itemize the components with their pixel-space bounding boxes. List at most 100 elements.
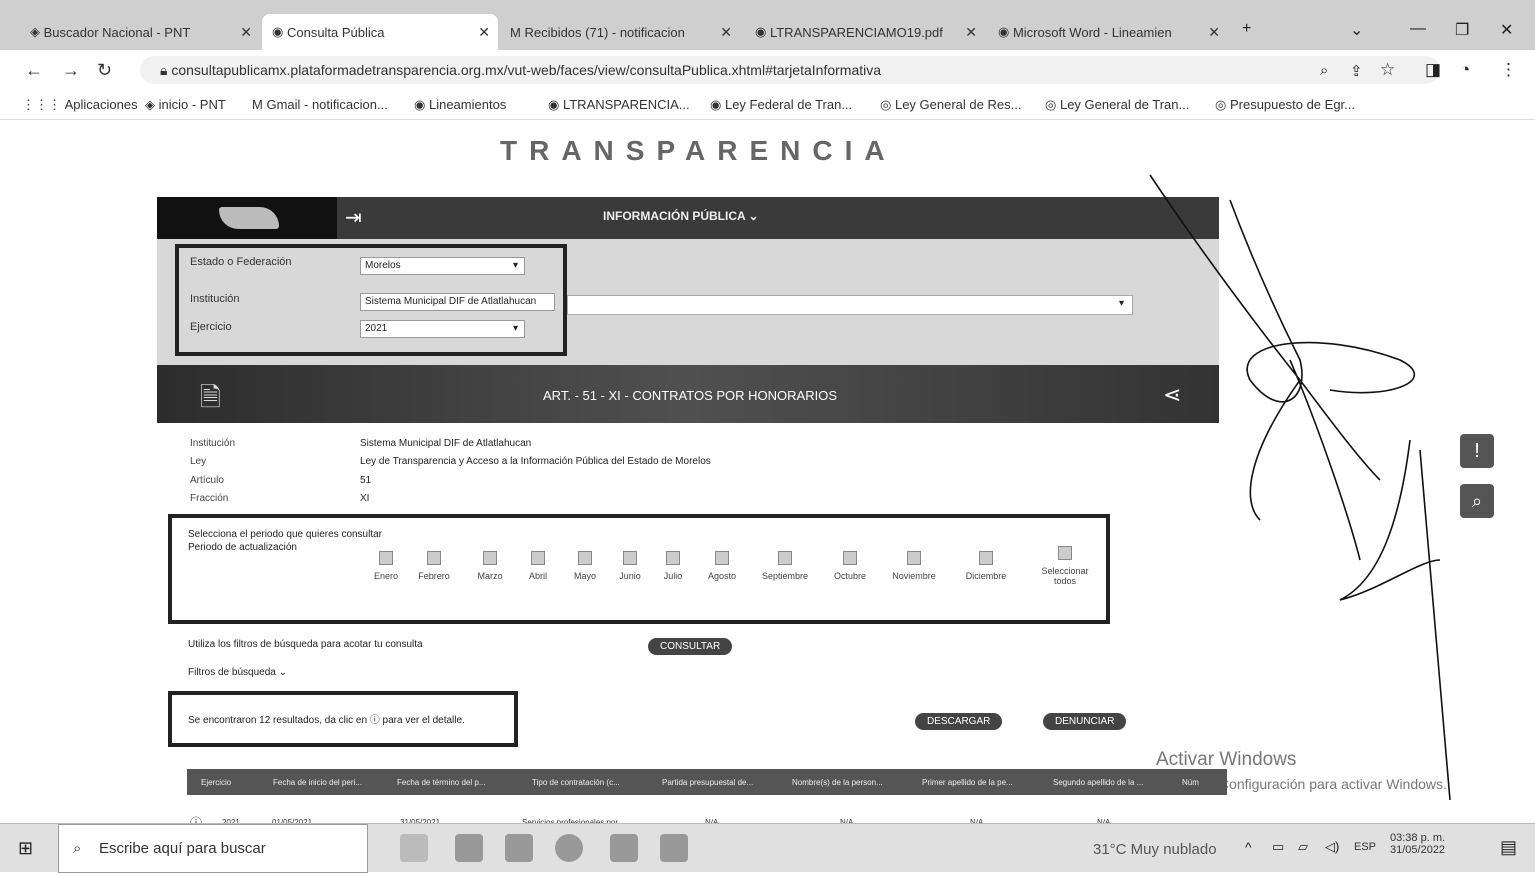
volume-icon[interactable]: ◁) bbox=[1325, 839, 1339, 855]
bookmark-ley-federal[interactable]: ◉ Ley Federal de Tran... bbox=[710, 97, 852, 113]
checkbox[interactable] bbox=[666, 551, 680, 565]
bookmark-gmail[interactable]: M Gmail - notificacion... bbox=[252, 97, 388, 112]
sidebar-icon[interactable]: ◨ bbox=[1425, 60, 1441, 80]
month-checkbox-marzo[interactable]: Marzo bbox=[470, 551, 510, 581]
checkbox[interactable] bbox=[1058, 546, 1072, 560]
menu-icon[interactable]: ⋮ bbox=[1500, 60, 1517, 80]
consultar-button[interactable]: CONSULTAR bbox=[648, 638, 733, 655]
checkbox[interactable] bbox=[979, 551, 993, 565]
institution-dropdown-field[interactable]: ▾ bbox=[567, 295, 1133, 315]
word-icon[interactable] bbox=[660, 834, 688, 862]
checkbox[interactable] bbox=[623, 551, 637, 565]
checkbox[interactable] bbox=[531, 551, 545, 565]
column-header[interactable]: Nombre(s) de la person... bbox=[792, 778, 883, 787]
download-button[interactable]: DESCARGAR bbox=[915, 713, 1003, 730]
profile-icon[interactable]: ◔ bbox=[1460, 60, 1470, 80]
column-header[interactable]: Núm bbox=[1182, 778, 1199, 787]
share-icon[interactable]: ⋖ bbox=[1163, 382, 1181, 408]
new-tab-icon[interactable]: + bbox=[1242, 20, 1251, 38]
tab-word[interactable]: ◉ Microsoft Word - Lineamien ✕ bbox=[988, 14, 1228, 50]
month-checkbox-septiembre[interactable]: Septiembre bbox=[756, 551, 814, 581]
clock[interactable]: 03:38 p. m. 31/05/2022 bbox=[1390, 832, 1445, 856]
month-checkbox-julio[interactable]: Julio bbox=[657, 551, 689, 581]
back-icon[interactable]: ← bbox=[25, 60, 43, 81]
alert-icon[interactable]: ! bbox=[1460, 434, 1494, 468]
windows-start-icon[interactable]: ⊞ bbox=[18, 838, 33, 859]
month-checkbox-febrero[interactable]: Febrero bbox=[412, 551, 456, 581]
column-header[interactable]: Fecha de inicio del peri... bbox=[273, 778, 362, 787]
checkbox[interactable] bbox=[843, 551, 857, 565]
column-header[interactable]: Ejercicio bbox=[201, 778, 231, 787]
filters-toggle[interactable]: Filtros de búsqueda ⌄ bbox=[188, 667, 287, 678]
bookmark-lineamientos[interactable]: ◉ Lineamientos bbox=[414, 97, 506, 113]
month-checkbox-diciembre[interactable]: Diciembre bbox=[958, 551, 1014, 581]
checkbox[interactable] bbox=[778, 551, 792, 565]
close-icon[interactable]: ✕ bbox=[478, 24, 490, 41]
bookmark-ltransparencia[interactable]: ◉ LTRANSPARENCIA... bbox=[548, 97, 690, 113]
widget-icon[interactable] bbox=[400, 834, 428, 862]
tab-consulta-publica[interactable]: ◉ Consulta Pública ✕ bbox=[262, 14, 498, 50]
bookmark-presupuesto[interactable]: ◎ Presupuesto de Egr... bbox=[1215, 97, 1355, 113]
star-icon[interactable]: ☆ bbox=[1380, 60, 1395, 80]
checkbox[interactable] bbox=[578, 551, 592, 565]
notification-tray-icon[interactable]: ▱ bbox=[1298, 839, 1308, 855]
close-icon[interactable]: ✕ bbox=[720, 24, 732, 41]
column-header[interactable]: Primer apellido de la pe... bbox=[922, 778, 1013, 787]
language-indicator[interactable]: ESP bbox=[1354, 841, 1376, 853]
weather-status[interactable]: 31°C Muy nublado bbox=[1093, 841, 1217, 858]
column-header[interactable]: Fecha de término del p... bbox=[397, 778, 486, 787]
bookmark-apps[interactable]: ⋮⋮⋮ Aplicaciones bbox=[22, 97, 138, 113]
checkbox[interactable] bbox=[379, 551, 393, 565]
share-page-icon[interactable]: ⇪ bbox=[1350, 62, 1363, 80]
month-checkbox-mayo[interactable]: Mayo bbox=[568, 551, 602, 581]
bookmark-pnt[interactable]: ◈ inicio - PNT bbox=[145, 97, 226, 113]
reload-icon[interactable]: ↻ bbox=[97, 60, 112, 81]
state-select[interactable]: Morelos ▾ bbox=[360, 257, 525, 275]
month-label: Julio bbox=[663, 571, 683, 581]
checkbox[interactable] bbox=[907, 551, 921, 565]
institution-select[interactable]: Sistema Municipal DIF de Atlatlahucan bbox=[360, 293, 555, 311]
close-icon[interactable]: ✕ bbox=[240, 24, 252, 41]
close-icon[interactable]: ✕ bbox=[1208, 24, 1220, 41]
explorer-icon[interactable] bbox=[505, 834, 533, 862]
month-checkbox-junio[interactable]: Junio bbox=[613, 551, 647, 581]
forward-icon[interactable]: → bbox=[62, 60, 80, 81]
taskbar-search-input[interactable]: ⌕ Escribe aquí para buscar bbox=[58, 824, 368, 873]
task-view-icon[interactable] bbox=[455, 834, 483, 862]
month-checkbox-noviembre[interactable]: Noviembre bbox=[884, 551, 944, 581]
maximize-icon[interactable]: ❐ bbox=[1455, 20, 1469, 40]
tray-chevron-icon[interactable]: ^ bbox=[1245, 839, 1252, 855]
select-all-checkbox[interactable]: Seleccionar todos bbox=[1036, 546, 1094, 586]
search-help-icon[interactable]: ⌕ bbox=[1460, 484, 1494, 518]
close-icon[interactable]: ✕ bbox=[965, 24, 977, 41]
checkbox[interactable] bbox=[483, 551, 497, 565]
chrome-icon[interactable] bbox=[555, 834, 583, 862]
tab-pdf[interactable]: ◉ LTRANSPARENCIAMO19.pdf ✕ bbox=[745, 14, 985, 50]
report-button[interactable]: DENUNCIAR bbox=[1043, 713, 1127, 730]
excel-icon[interactable] bbox=[610, 834, 638, 862]
login-icon[interactable]: ⇥ bbox=[345, 205, 362, 230]
column-header[interactable]: Partida presupuestal de... bbox=[662, 778, 753, 787]
tab-buscador[interactable]: ◈ Buscador Nacional - PNT ✕ bbox=[20, 14, 260, 50]
column-header[interactable]: Tipo de contratación (c... bbox=[532, 778, 620, 787]
info-publica-menu[interactable]: INFORMACIÓN PÚBLICA ⌄ bbox=[603, 209, 759, 223]
notifications-icon[interactable]: ▤ bbox=[1500, 837, 1517, 858]
month-checkbox-enero[interactable]: Enero bbox=[366, 551, 406, 581]
month-checkbox-abril[interactable]: Abril bbox=[522, 551, 554, 581]
month-checkbox-octubre[interactable]: Octubre bbox=[828, 551, 872, 581]
network-icon[interactable]: ▭ bbox=[1272, 839, 1284, 855]
logo[interactable] bbox=[157, 197, 337, 239]
checkbox[interactable] bbox=[715, 551, 729, 565]
tab-search-icon[interactable]: ⌄ bbox=[1350, 20, 1363, 40]
bookmark-ley-general-res[interactable]: ◎ Ley General de Res... bbox=[880, 97, 1021, 113]
checkbox[interactable] bbox=[427, 551, 441, 565]
window-close-icon[interactable]: ✕ bbox=[1500, 20, 1513, 40]
column-header[interactable]: Segundo apellido de la ... bbox=[1053, 778, 1143, 787]
month-checkbox-agosto[interactable]: Agosto bbox=[700, 551, 744, 581]
bookmark-ley-general-tran[interactable]: ◎ Ley General de Tran... bbox=[1045, 97, 1189, 113]
zoom-icon[interactable]: ⌕ bbox=[1320, 62, 1328, 79]
url-input[interactable]: 🔒︎ consultapublicamx.plataformadetranspa… bbox=[140, 56, 1440, 84]
year-select[interactable]: 2021 ▾ bbox=[360, 320, 525, 338]
minimize-icon[interactable]: — bbox=[1410, 20, 1426, 38]
tab-gmail[interactable]: M Recibidos (71) - notificacion ✕ bbox=[500, 14, 740, 50]
